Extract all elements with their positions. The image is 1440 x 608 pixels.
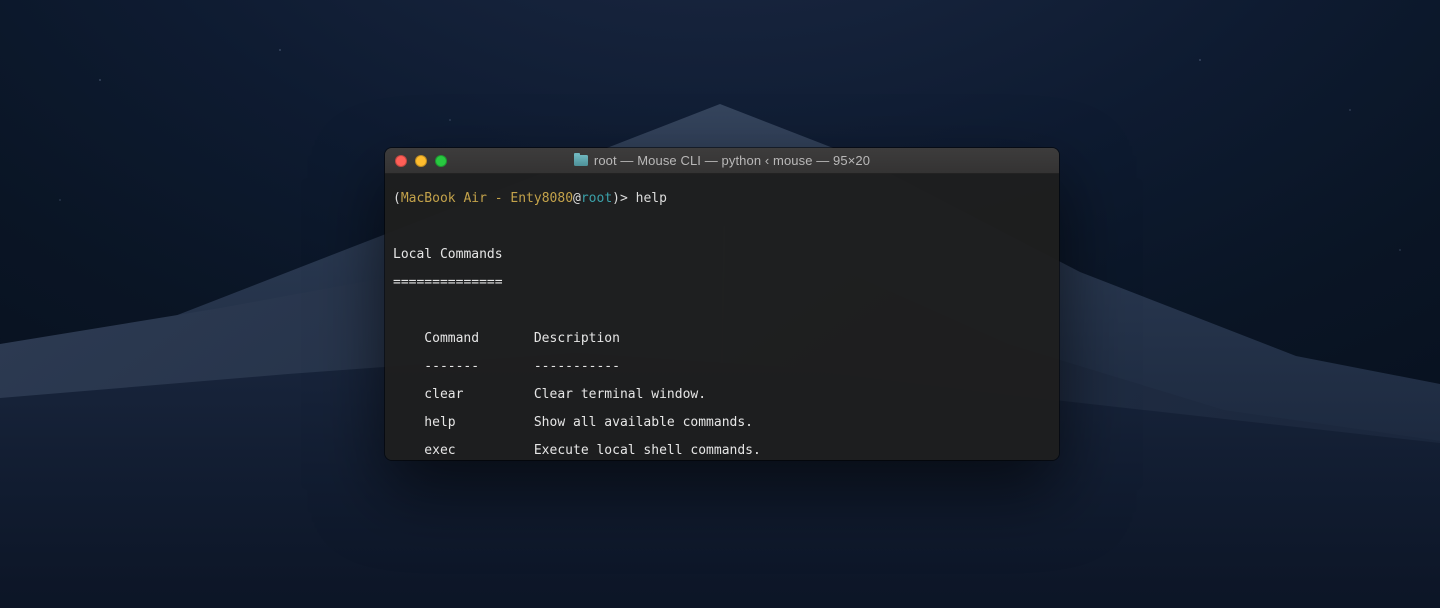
prompt-user: root bbox=[581, 191, 612, 206]
section-rule: ============== bbox=[393, 276, 1051, 290]
terminal-body[interactable]: (MacBook Air - Enty8080@root)> help Loca… bbox=[385, 174, 1059, 460]
prompt-host: MacBook Air - Enty8080 bbox=[401, 191, 573, 206]
window-title: root — Mouse CLI — python ‹ mouse — 95×2… bbox=[574, 153, 870, 168]
minimize-icon[interactable] bbox=[415, 155, 427, 167]
table-row: execExecute local shell commands. bbox=[393, 444, 1051, 458]
window-titlebar[interactable]: root — Mouse CLI — python ‹ mouse — 95×2… bbox=[385, 148, 1059, 174]
zoom-icon[interactable] bbox=[435, 155, 447, 167]
table-header: CommandDescription bbox=[393, 332, 1051, 346]
typed-command: help bbox=[636, 191, 667, 206]
window-title-text: root — Mouse CLI — python ‹ mouse — 95×2… bbox=[594, 153, 870, 168]
table-header-rule: ------------------ bbox=[393, 360, 1051, 374]
terminal-window[interactable]: root — Mouse CLI — python ‹ mouse — 95×2… bbox=[385, 148, 1059, 460]
table-row: helpShow all available commands. bbox=[393, 416, 1051, 430]
folder-icon bbox=[574, 155, 588, 166]
section-title: Local Commands bbox=[393, 248, 1051, 262]
window-traffic-lights bbox=[395, 155, 447, 167]
table-row: clearClear terminal window. bbox=[393, 388, 1051, 402]
prompt-line: (MacBook Air - Enty8080@root)> help bbox=[393, 192, 1051, 206]
close-icon[interactable] bbox=[395, 155, 407, 167]
